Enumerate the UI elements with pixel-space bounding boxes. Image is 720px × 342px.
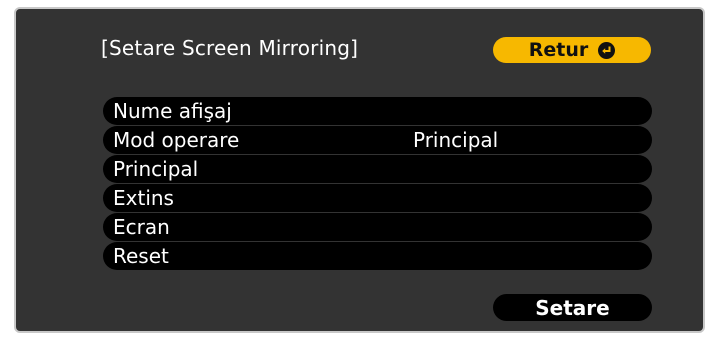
menu-item-label: Ecran [113,215,170,239]
menu-item-label: Extins [113,186,174,210]
dialog-title: [Setare Screen Mirroring] [101,36,359,60]
enter-icon [598,41,616,59]
menu-item-screen[interactable]: Ecran [103,213,652,241]
menu-item-operation-mode[interactable]: Mod operare Principal [103,126,652,154]
settings-menu: Nume afişaj Mod operare Principal Princi… [103,97,652,271]
menu-item-label: Reset [113,244,169,268]
menu-item-extended[interactable]: Extins [103,184,652,212]
screen-mirroring-settings-panel: [Setare Screen Mirroring] Retur Nume afi… [14,7,705,333]
menu-item-value: Principal [413,128,499,152]
menu-item-label: Principal [113,157,199,181]
menu-item-principal[interactable]: Principal [103,155,652,183]
return-button[interactable]: Retur [493,37,651,63]
return-button-label: Retur [528,39,589,61]
set-button[interactable]: Setare [493,294,652,321]
menu-item-reset[interactable]: Reset [103,242,652,270]
menu-item-label: Mod operare [113,128,240,152]
menu-item-display-name[interactable]: Nume afişaj [103,97,652,125]
menu-item-label: Nume afişaj [113,99,232,123]
